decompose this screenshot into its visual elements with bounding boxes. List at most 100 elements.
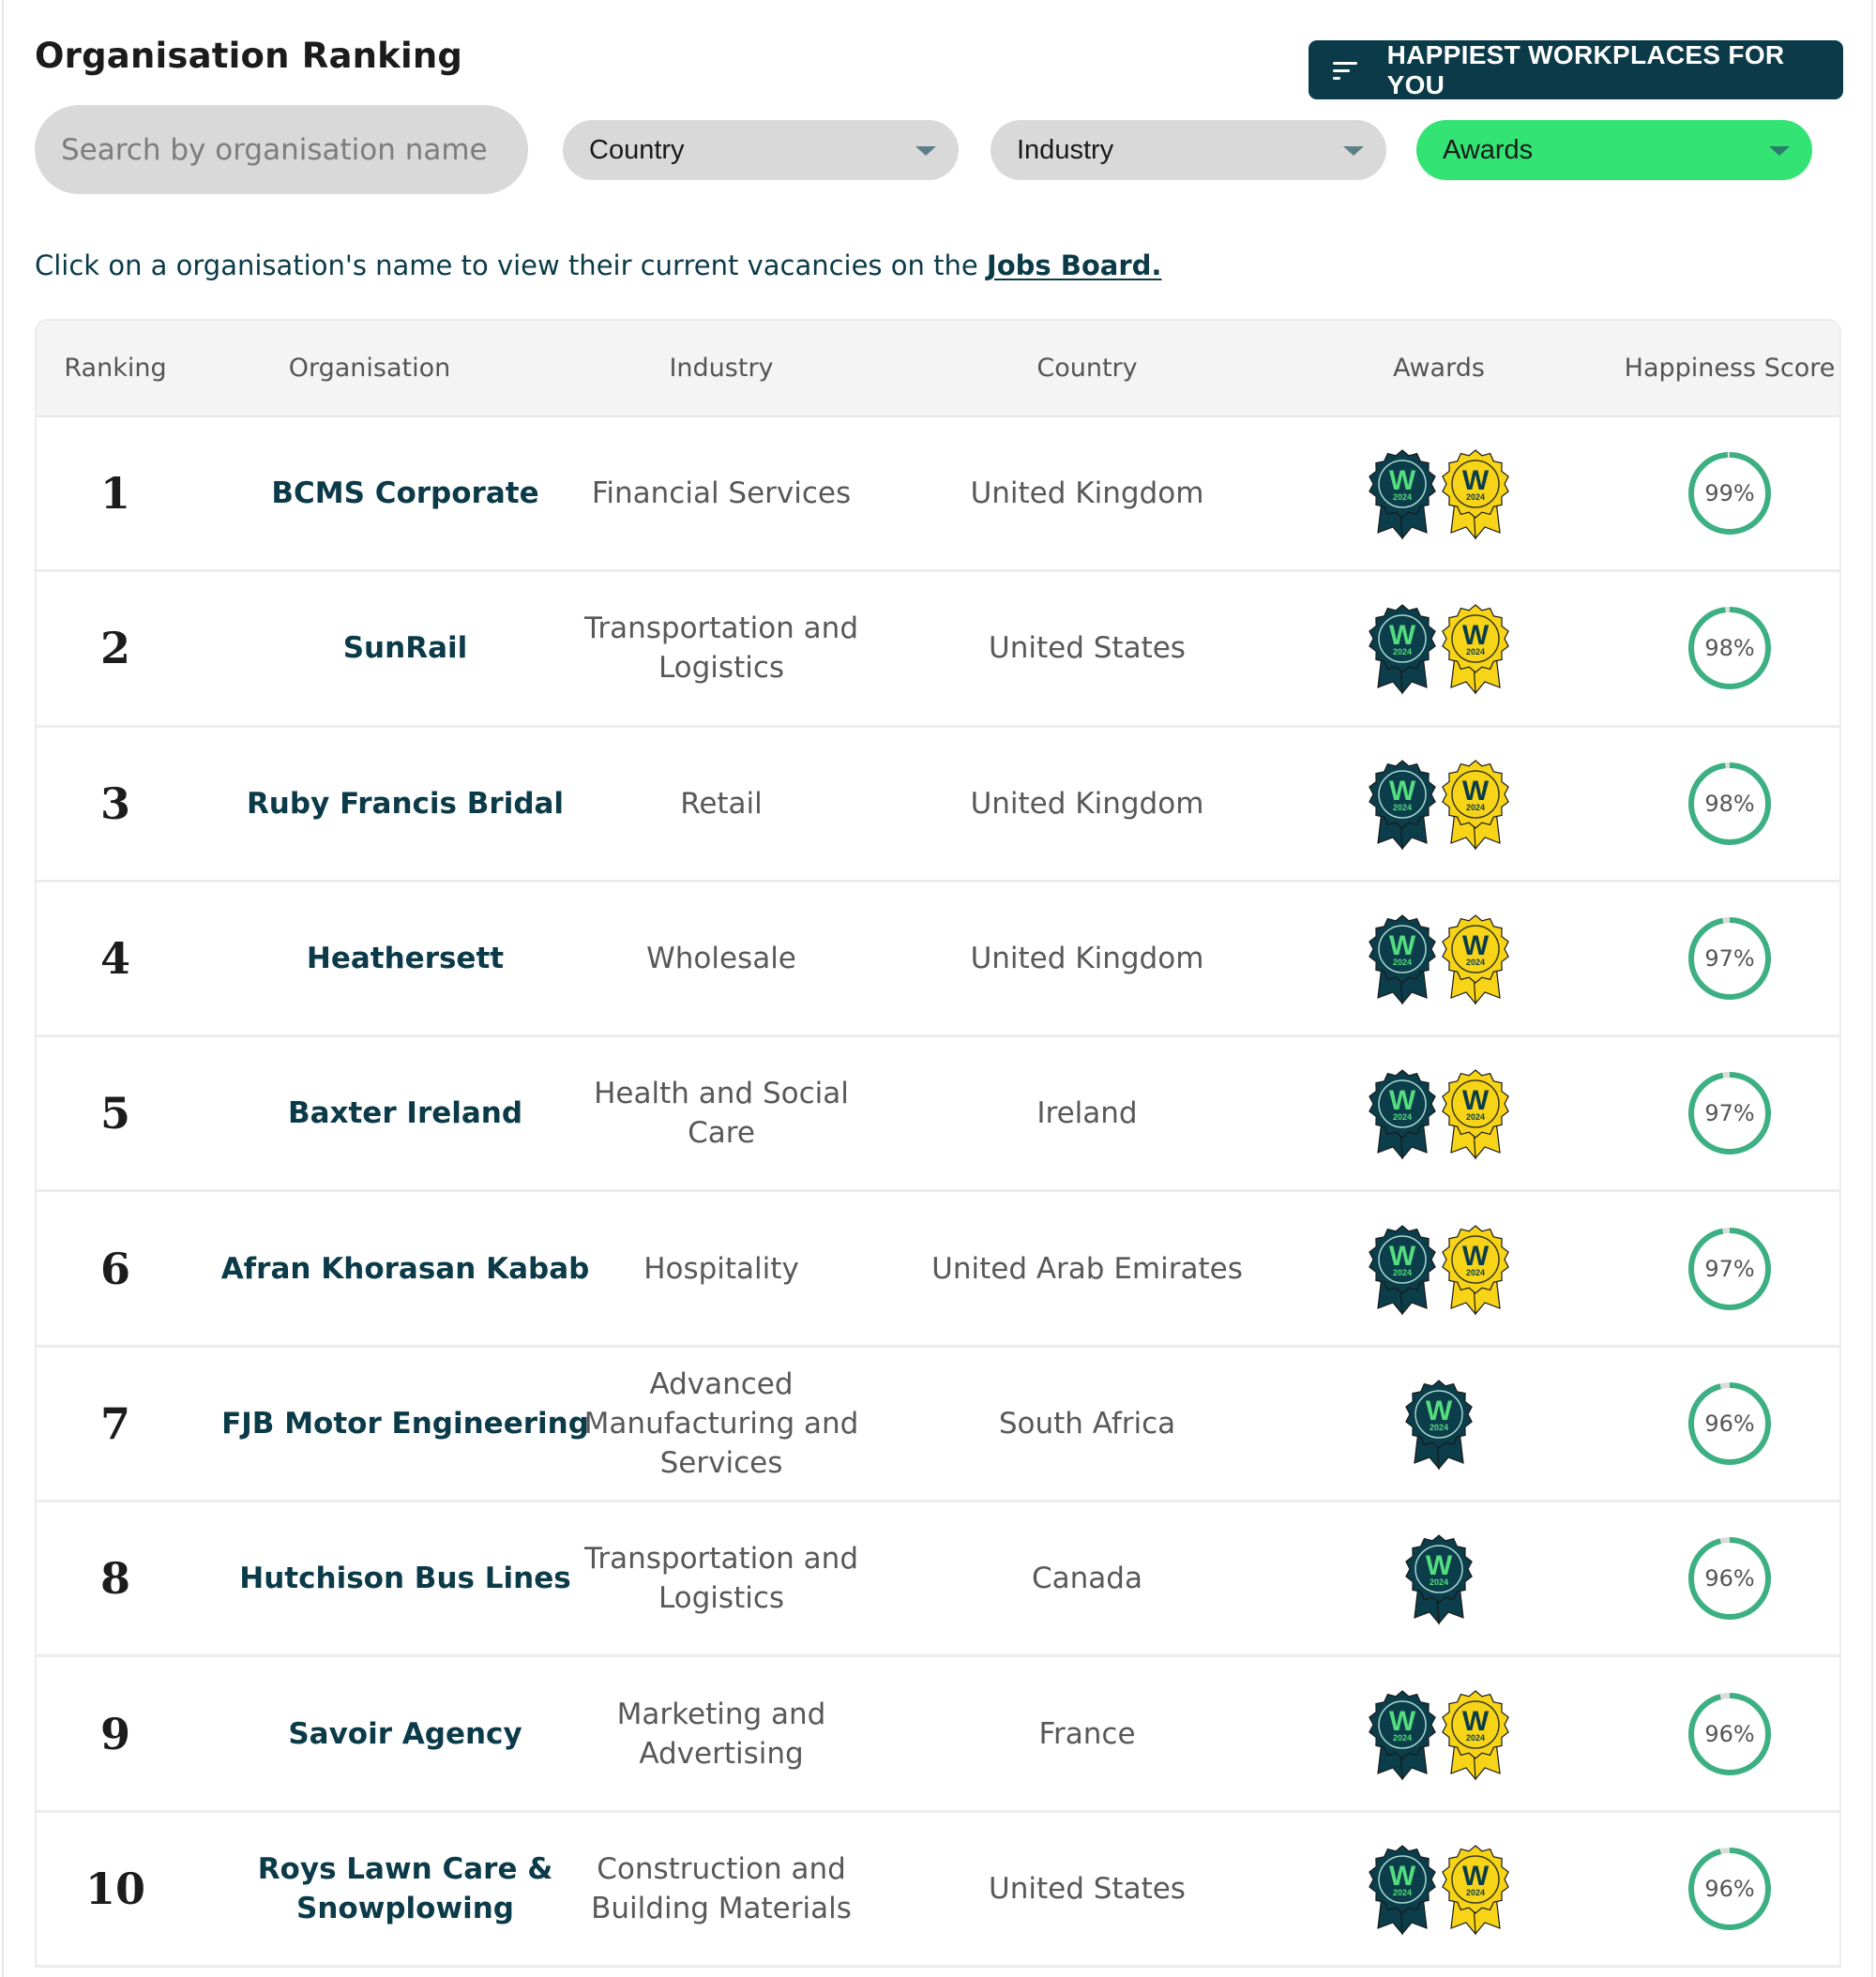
happiness-score-ring: 97%	[1687, 1226, 1773, 1312]
award-badge-yellow-icon: W2024	[1442, 914, 1509, 1005]
column-header-organisation[interactable]: Organisation	[194, 321, 545, 415]
chevron-down-icon	[915, 146, 936, 156]
search-organisation-input[interactable]	[35, 105, 528, 194]
awards-cell: W 2024 W 2024	[1275, 728, 1603, 880]
happiness-score-ring: 96%	[1687, 1691, 1773, 1777]
award-badge-year: 2024	[1466, 1733, 1485, 1743]
industry-cell: Financial Services	[591, 476, 852, 511]
country-cell: Ireland	[1036, 1096, 1138, 1131]
award-badges: W 2024	[1402, 1377, 1475, 1471]
award-badge-dark-icon: W2024	[1405, 1534, 1473, 1625]
award-badges: W 2024 W 2024	[1366, 1066, 1512, 1160]
happiness-score-cell: 97%	[1575, 1037, 1839, 1189]
awards-cell: W 2024 W 2024	[1275, 572, 1603, 724]
organisation-name[interactable]: Afran Khorasan Kabab	[221, 1249, 590, 1289]
award-badge-dark-icon: W2024	[1369, 449, 1436, 540]
column-header-happiness-score[interactable]: Happiness Score	[1575, 321, 1839, 415]
happiness-score-cell: 96%	[1575, 1348, 1839, 1500]
award-badge-yellow-icon: W2024	[1442, 1689, 1509, 1781]
happiness-score-value: 96%	[1704, 1565, 1755, 1592]
rank-number: 10	[84, 1863, 145, 1914]
chevron-down-icon	[1769, 146, 1790, 156]
happiness-score-value: 96%	[1704, 1410, 1755, 1437]
country-cell: United Arab Emirates	[931, 1251, 1243, 1286]
organisation-name[interactable]: Baxter Ireland	[288, 1094, 522, 1133]
country-dropdown[interactable]: Country	[563, 120, 959, 180]
table-row: 9 Savoir Agency Marketing and Advertisin…	[37, 1657, 1839, 1813]
rank-number: 2	[99, 623, 130, 674]
info-text: Click on a organisation's name to view t…	[35, 249, 1161, 281]
rank-number: 8	[99, 1553, 130, 1605]
column-header-country[interactable]: Country	[900, 321, 1275, 415]
table-row: 2 SunRail Transportation and Logistics U…	[37, 572, 1839, 728]
rank-number: 5	[99, 1088, 130, 1139]
organisation-name[interactable]: Hutchison Bus Lines	[239, 1559, 570, 1598]
award-badges: W 2024	[1402, 1532, 1475, 1625]
award-badge-year: 2024	[1393, 803, 1412, 812]
award-badge-yellow-icon: W2024	[1442, 1224, 1509, 1316]
happiness-score-value: 97%	[1704, 1255, 1755, 1282]
award-badge-year: 2024	[1430, 1577, 1448, 1587]
industry-cell: Retail	[680, 786, 763, 821]
jobs-board-link[interactable]: Jobs Board.	[987, 249, 1162, 281]
rank-number: 4	[99, 933, 130, 985]
column-header-industry[interactable]: Industry	[543, 321, 900, 415]
country-cell: United Kingdom	[970, 786, 1204, 821]
happiness-score-cell: 98%	[1575, 728, 1839, 880]
award-badge-yellow-icon: W2024	[1442, 1069, 1509, 1160]
award-badge-dark-icon: W2024	[1369, 1224, 1436, 1316]
award-badge-year: 2024	[1466, 958, 1485, 967]
award-badge-dark-icon: W2024	[1369, 1689, 1436, 1781]
happiest-workplaces-label: HAPPIEST WORKPLACES FOR YOU	[1386, 39, 1785, 99]
award-badge-yellow-icon: W2024	[1442, 604, 1509, 695]
award-badges: W 2024 W 2024	[1366, 1687, 1512, 1781]
organisation-name[interactable]: Roys Lawn Care & Snowplowing	[213, 1849, 598, 1928]
industry-cell: Hospitality	[643, 1251, 799, 1286]
happiness-score-value: 97%	[1704, 1100, 1755, 1127]
organisation-name[interactable]: SunRail	[343, 628, 468, 668]
country-cell: United Kingdom	[970, 476, 1204, 511]
award-badge-dark-icon: W2024	[1369, 604, 1436, 695]
award-badge-dark-icon: W2024	[1369, 914, 1436, 1005]
column-header-ranking[interactable]: Ranking	[37, 321, 194, 415]
award-badge-year: 2024	[1466, 647, 1485, 656]
info-text-body: Click on a organisation's name to view t…	[35, 249, 987, 281]
page-border-left	[2, 0, 4, 1977]
awards-dropdown[interactable]: Awards	[1416, 120, 1812, 180]
table-row: 3 Ruby Francis Bridal Retail United King…	[37, 727, 1839, 883]
organisation-name[interactable]: Heathersett	[307, 939, 504, 978]
happiest-workplaces-button[interactable]: HAPPIEST WORKPLACES FOR YOU	[1309, 40, 1843, 99]
country-cell: United States	[989, 631, 1186, 666]
rank-number: 1	[99, 468, 130, 520]
organisation-name[interactable]: Savoir Agency	[288, 1714, 522, 1754]
country-cell: United States	[989, 1871, 1186, 1906]
page-title: Organisation Ranking	[35, 36, 463, 76]
industry-cell: Marketing and Advertising	[616, 1697, 826, 1771]
happiness-score-ring: 96%	[1687, 1846, 1773, 1932]
industry-cell: Advanced Manufacturing and Services	[583, 1366, 859, 1480]
award-badge-year: 2024	[1393, 958, 1412, 967]
award-badge-year: 2024	[1466, 492, 1485, 502]
happiness-score-value: 97%	[1704, 945, 1755, 973]
award-badge-dark-icon: W2024	[1369, 759, 1436, 851]
industry-cell: Transportation and Logistics	[583, 1542, 859, 1616]
column-header-awards[interactable]: Awards	[1275, 321, 1603, 415]
industry-cell: Transportation and Logistics	[583, 611, 859, 686]
happiness-score-cell: 97%	[1575, 1192, 1839, 1344]
awards-cell: W 2024 W 2024	[1275, 1192, 1603, 1344]
award-badge-yellow-icon: W2024	[1442, 1845, 1509, 1936]
award-badge-year: 2024	[1466, 803, 1485, 812]
page-scrollbar-track[interactable]	[1871, 0, 1873, 1977]
award-badge-dark-icon: W2024	[1369, 1069, 1436, 1160]
happiness-score-ring: 97%	[1687, 1070, 1773, 1156]
organisation-name[interactable]: FJB Motor Engineering	[221, 1404, 589, 1443]
award-badge-year: 2024	[1393, 1112, 1412, 1122]
organisation-name[interactable]: BCMS Corporate	[271, 474, 538, 513]
happiness-score-ring: 96%	[1687, 1381, 1773, 1467]
award-badge-year: 2024	[1393, 1268, 1412, 1277]
award-badge-dark-icon: W2024	[1405, 1380, 1473, 1471]
award-badge-year: 2024	[1466, 1888, 1485, 1897]
organisation-name[interactable]: Ruby Francis Bridal	[247, 784, 564, 823]
rank-number: 7	[99, 1397, 130, 1449]
industry-dropdown[interactable]: Industry	[991, 120, 1386, 180]
